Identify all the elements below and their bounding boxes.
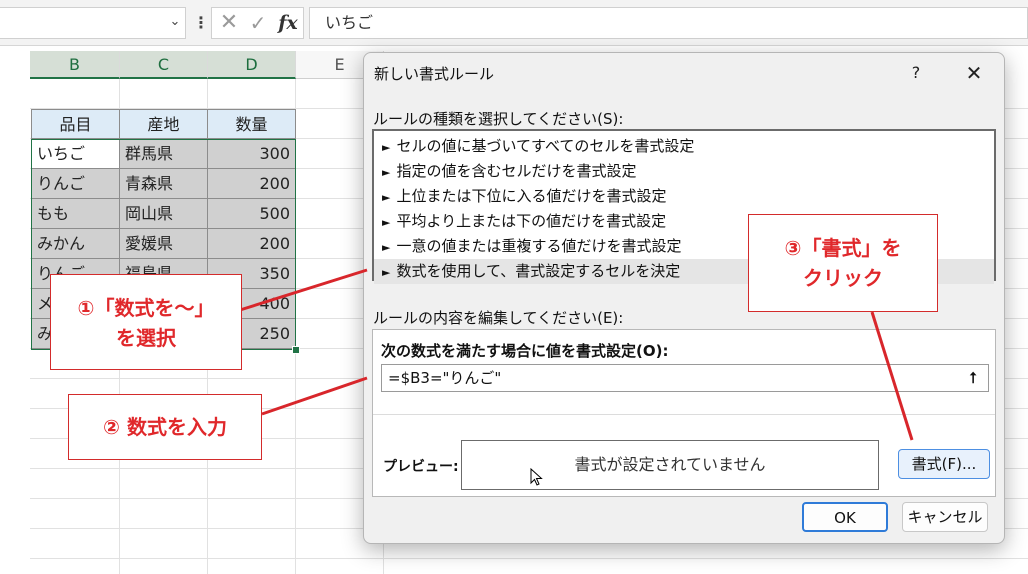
annotation-text: ③「書式」を [784, 236, 902, 260]
header-cell-item[interactable]: 品目 [31, 109, 120, 139]
rule-type-item[interactable]: ► 上位または下位に入る値だけを書式設定 [374, 184, 994, 209]
insert-function-icon[interactable]: fx [276, 9, 300, 37]
table-cell[interactable]: 岡山県 [120, 199, 208, 229]
rule-type-text: 上位または下位に入る値だけを書式設定 [396, 187, 667, 205]
table-cell[interactable]: 300 [208, 139, 296, 169]
arrow-right-icon: ► [382, 241, 391, 254]
annotation-step1: ①「数式を～」 を選択 [50, 274, 242, 370]
mouse-cursor-icon [530, 468, 543, 486]
column-header-d[interactable]: D [208, 51, 296, 79]
table-header-row: 品目 産地 数量 [31, 109, 296, 139]
divider [373, 414, 995, 415]
rule-type-text: 一意の値または重複する値だけを書式設定 [396, 237, 682, 255]
table-row: みかん 愛媛県 200 [31, 229, 296, 259]
table-row: いちご 群馬県 300 [31, 139, 296, 169]
rule-type-text: 指定の値を含むセルだけを書式設定 [396, 162, 637, 180]
rule-type-item[interactable]: ► セルの値に基づいてすべてのセルを書式設定 [374, 134, 994, 159]
preview-box: 書式が設定されていません [461, 440, 879, 490]
preview-label: プレビュー: [383, 459, 459, 475]
table-cell[interactable]: 愛媛県 [120, 229, 208, 259]
rule-type-item[interactable]: ► 指定の値を含むセルだけを書式設定 [374, 159, 994, 184]
arrow-right-icon: ► [382, 216, 391, 229]
cancel-icon[interactable]: ✕ [218, 10, 240, 36]
format-button[interactable]: 書式(F)... [898, 449, 990, 479]
arrow-right-icon: ► [382, 191, 391, 204]
rule-type-text: セルの値に基づいてすべてのセルを書式設定 [396, 137, 695, 155]
table-cell[interactable]: りんご [31, 169, 120, 199]
arrow-right-icon: ► [382, 266, 391, 279]
table-cell[interactable]: 200 [208, 169, 296, 199]
arrow-right-icon: ► [382, 166, 391, 179]
dialog-title: 新しい書式ルール [374, 65, 495, 83]
ok-button[interactable]: OK [802, 502, 888, 532]
annotation-text: を選択 [116, 326, 176, 350]
rule-type-text: 数式を使用して、書式設定するセルを決定 [396, 262, 681, 280]
header-cell-origin[interactable]: 産地 [120, 109, 208, 139]
table-row: りんご 青森県 200 [31, 169, 296, 199]
chevron-down-icon[interactable]: ⌄ [165, 12, 185, 32]
rule-edit-panel: 次の数式を満たす場合に値を書式設定(O): =$B3="りんご" ⭡ プレビュー… [372, 329, 996, 497]
annotation-step2: ② 数式を入力 [68, 394, 262, 460]
arrow-right-icon: ► [382, 141, 391, 154]
edit-rule-label: ルールの内容を編集してください(E): [373, 309, 624, 327]
formula-input[interactable]: いちご [309, 7, 1028, 39]
rule-type-label: ルールの種類を選択してください(S): [373, 110, 624, 128]
table-cell[interactable]: 200 [208, 229, 296, 259]
name-box[interactable] [0, 7, 186, 39]
table-cell[interactable]: 群馬県 [120, 139, 208, 169]
table-cell[interactable]: 500 [208, 199, 296, 229]
formula-field[interactable]: =$B3="りんご" [381, 364, 989, 392]
annotation-step3: ③「書式」を クリック [748, 214, 938, 312]
table-cell[interactable]: いちご [31, 139, 120, 169]
formula-condition-label: 次の数式を満たす場合に値を書式設定(O): [381, 342, 669, 360]
more-options-icon[interactable]: ⋮ [193, 8, 209, 38]
help-icon[interactable]: ? [904, 61, 928, 85]
collapse-dialog-icon[interactable]: ⭡ [961, 366, 985, 390]
close-icon[interactable]: ✕ [962, 61, 986, 85]
annotation-text: クリック [803, 266, 883, 290]
column-header-c[interactable]: C [120, 51, 208, 79]
table-cell[interactable]: もも [31, 199, 120, 229]
table-cell[interactable]: 青森県 [120, 169, 208, 199]
enter-icon[interactable]: ✓ [247, 10, 269, 36]
annotation-text: ①「数式を～」 [77, 296, 215, 320]
rule-type-text: 平均より上または下の値だけを書式設定 [396, 212, 667, 230]
column-header-b[interactable]: B [30, 51, 120, 79]
cancel-button[interactable]: キャンセル [902, 502, 988, 532]
table-row: もも 岡山県 500 [31, 199, 296, 229]
table-cell[interactable]: みかん [31, 229, 120, 259]
fill-handle[interactable] [292, 346, 300, 354]
header-cell-quantity[interactable]: 数量 [208, 109, 296, 139]
